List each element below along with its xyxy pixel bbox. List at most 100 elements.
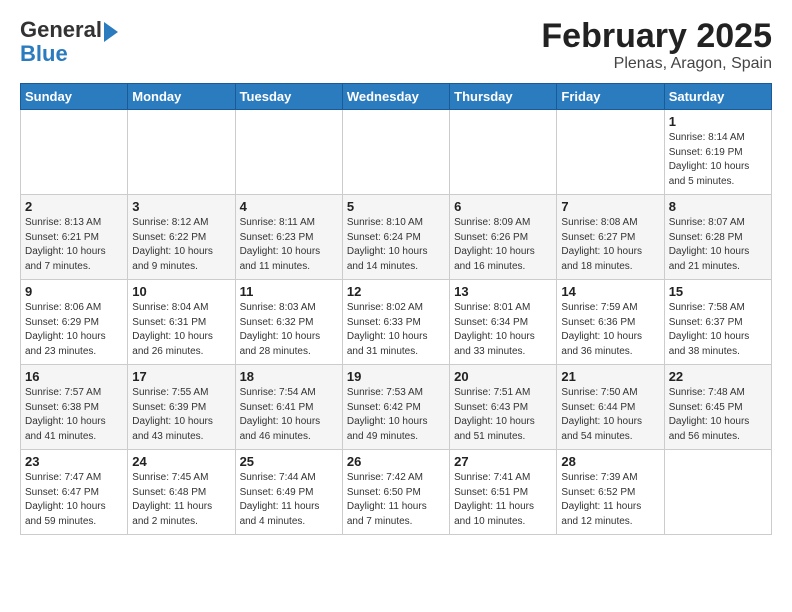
day-cell xyxy=(21,110,128,195)
day-number: 4 xyxy=(240,199,338,214)
day-number: 15 xyxy=(669,284,767,299)
day-cell: 24Sunrise: 7:45 AM Sunset: 6:48 PM Dayli… xyxy=(128,450,235,535)
day-info: Sunrise: 8:08 AM Sunset: 6:27 PM Dayligh… xyxy=(561,216,659,274)
day-number: 12 xyxy=(347,284,445,299)
day-info: Sunrise: 7:53 AM Sunset: 6:42 PM Dayligh… xyxy=(347,386,445,444)
day-cell: 3 Sunrise: 8:12 AM Sunset: 6:22 PM Daylig… xyxy=(128,195,235,280)
week-row-4: 16Sunrise: 7:57 AM Sunset: 6:38 PM Dayli… xyxy=(21,365,772,450)
logo-arrow-icon xyxy=(104,22,118,42)
day-number: 13 xyxy=(454,284,552,299)
header-monday: Monday xyxy=(128,84,235,110)
day-cell: 18Sunrise: 7:54 AM Sunset: 6:41 PM Dayli… xyxy=(235,365,342,450)
day-info: Sunrise: 8:10 AM Sunset: 6:24 PM Dayligh… xyxy=(347,216,445,274)
day-number: 1 xyxy=(669,114,767,129)
day-number: 3 xyxy=(132,199,230,214)
day-cell: 17 Sunrise: 7:55 AM Sunset: 6:39 PM Dayli… xyxy=(128,365,235,450)
day-info: Sunrise: 8:14 AM Sunset: 6:19 PM Dayligh… xyxy=(669,131,767,189)
header-saturday: Saturday xyxy=(664,84,771,110)
day-cell: 22 Sunrise: 7:48 AM Sunset: 6:45 PM Dayli… xyxy=(664,365,771,450)
day-cell: 14Sunrise: 7:59 AM Sunset: 6:36 PM Dayli… xyxy=(557,280,664,365)
day-cell: 16Sunrise: 7:57 AM Sunset: 6:38 PM Dayli… xyxy=(21,365,128,450)
day-info: Sunrise: 8:06 AM Sunset: 6:29 PM Dayligh… xyxy=(25,301,123,359)
day-number: 26 xyxy=(347,454,445,469)
day-cell: 28 Sunrise: 7:39 AM Sunset: 6:52 PM Dayli… xyxy=(557,450,664,535)
day-cell: 7 Sunrise: 8:08 AM Sunset: 6:27 PM Daylig… xyxy=(557,195,664,280)
day-info: Sunrise: 7:41 AM Sunset: 6:51 PM Dayligh… xyxy=(454,471,552,529)
day-number: 8 xyxy=(669,199,767,214)
day-number: 19 xyxy=(347,369,445,384)
day-cell: 26 Sunrise: 7:42 AM Sunset: 6:50 PM Dayli… xyxy=(342,450,449,535)
day-info: Sunrise: 7:47 AM Sunset: 6:47 PM Dayligh… xyxy=(25,471,123,529)
day-number: 28 xyxy=(561,454,659,469)
day-info: Sunrise: 7:57 AM Sunset: 6:38 PM Dayligh… xyxy=(25,386,123,444)
day-cell xyxy=(235,110,342,195)
day-cell: 2 Sunrise: 8:13 AM Sunset: 6:21 PM Daylig… xyxy=(21,195,128,280)
day-info: Sunrise: 8:03 AM Sunset: 6:32 PM Dayligh… xyxy=(240,301,338,359)
day-cell xyxy=(342,110,449,195)
day-number: 2 xyxy=(25,199,123,214)
day-cell xyxy=(450,110,557,195)
day-info: Sunrise: 7:51 AM Sunset: 6:43 PM Dayligh… xyxy=(454,386,552,444)
day-info: Sunrise: 8:01 AM Sunset: 6:34 PM Dayligh… xyxy=(454,301,552,359)
day-cell: 11Sunrise: 8:03 AM Sunset: 6:32 PM Dayli… xyxy=(235,280,342,365)
day-number: 9 xyxy=(25,284,123,299)
day-info: Sunrise: 8:12 AM Sunset: 6:22 PM Dayligh… xyxy=(132,216,230,274)
day-cell: 6 Sunrise: 8:09 AM Sunset: 6:26 PM Daylig… xyxy=(450,195,557,280)
day-number: 21 xyxy=(561,369,659,384)
day-number: 6 xyxy=(454,199,552,214)
day-number: 27 xyxy=(454,454,552,469)
day-info: Sunrise: 7:58 AM Sunset: 6:37 PM Dayligh… xyxy=(669,301,767,359)
week-row-5: 23 Sunrise: 7:47 AM Sunset: 6:47 PM Dayli… xyxy=(21,450,772,535)
day-number: 22 xyxy=(669,369,767,384)
day-cell: 1 Sunrise: 8:14 AM Sunset: 6:19 PM Daylig… xyxy=(664,110,771,195)
page: General Blue February 2025 Plenas, Arago… xyxy=(0,0,792,545)
day-info: Sunrise: 7:50 AM Sunset: 6:44 PM Dayligh… xyxy=(561,386,659,444)
header-thursday: Thursday xyxy=(450,84,557,110)
header-sunday: Sunday xyxy=(21,84,128,110)
header-wednesday: Wednesday xyxy=(342,84,449,110)
header: General Blue February 2025 Plenas, Arago… xyxy=(20,18,772,73)
day-info: Sunrise: 7:39 AM Sunset: 6:52 PM Dayligh… xyxy=(561,471,659,529)
day-cell: 27 Sunrise: 7:41 AM Sunset: 6:51 PM Dayli… xyxy=(450,450,557,535)
day-info: Sunrise: 7:55 AM Sunset: 6:39 PM Dayligh… xyxy=(132,386,230,444)
day-cell: 4 Sunrise: 8:11 AM Sunset: 6:23 PM Daylig… xyxy=(235,195,342,280)
day-number: 18 xyxy=(240,369,338,384)
day-cell: 9 Sunrise: 8:06 AM Sunset: 6:29 PM Daylig… xyxy=(21,280,128,365)
day-info: Sunrise: 7:42 AM Sunset: 6:50 PM Dayligh… xyxy=(347,471,445,529)
logo: General Blue xyxy=(20,18,118,66)
week-row-3: 9 Sunrise: 8:06 AM Sunset: 6:29 PM Daylig… xyxy=(21,280,772,365)
week-row-1: 1 Sunrise: 8:14 AM Sunset: 6:19 PM Daylig… xyxy=(21,110,772,195)
day-info: Sunrise: 7:48 AM Sunset: 6:45 PM Dayligh… xyxy=(669,386,767,444)
day-info: Sunrise: 8:02 AM Sunset: 6:33 PM Dayligh… xyxy=(347,301,445,359)
day-cell: 21 Sunrise: 7:50 AM Sunset: 6:44 PM Dayli… xyxy=(557,365,664,450)
day-cell: 23 Sunrise: 7:47 AM Sunset: 6:47 PM Dayli… xyxy=(21,450,128,535)
day-cell xyxy=(664,450,771,535)
day-number: 14 xyxy=(561,284,659,299)
day-info: Sunrise: 8:13 AM Sunset: 6:21 PM Dayligh… xyxy=(25,216,123,274)
calendar-title: February 2025 xyxy=(541,18,772,55)
day-cell: 19 Sunrise: 7:53 AM Sunset: 6:42 PM Dayli… xyxy=(342,365,449,450)
calendar-header-row: SundayMondayTuesdayWednesdayThursdayFrid… xyxy=(21,84,772,110)
day-cell: 5 Sunrise: 8:10 AM Sunset: 6:24 PM Daylig… xyxy=(342,195,449,280)
day-info: Sunrise: 8:04 AM Sunset: 6:31 PM Dayligh… xyxy=(132,301,230,359)
day-info: Sunrise: 8:09 AM Sunset: 6:26 PM Dayligh… xyxy=(454,216,552,274)
logo-general: General xyxy=(20,18,102,42)
logo-blue: Blue xyxy=(20,41,68,66)
day-cell xyxy=(128,110,235,195)
title-block: February 2025 Plenas, Aragon, Spain xyxy=(541,18,772,73)
day-info: Sunrise: 7:44 AM Sunset: 6:49 PM Dayligh… xyxy=(240,471,338,529)
day-number: 17 xyxy=(132,369,230,384)
day-cell: 25Sunrise: 7:44 AM Sunset: 6:49 PM Dayli… xyxy=(235,450,342,535)
calendar-table: SundayMondayTuesdayWednesdayThursdayFrid… xyxy=(20,83,772,535)
day-number: 23 xyxy=(25,454,123,469)
day-cell: 10 Sunrise: 8:04 AM Sunset: 6:31 PM Dayli… xyxy=(128,280,235,365)
day-number: 7 xyxy=(561,199,659,214)
day-info: Sunrise: 8:11 AM Sunset: 6:23 PM Dayligh… xyxy=(240,216,338,274)
day-cell: 13 Sunrise: 8:01 AM Sunset: 6:34 PM Dayli… xyxy=(450,280,557,365)
day-info: Sunrise: 8:07 AM Sunset: 6:28 PM Dayligh… xyxy=(669,216,767,274)
day-number: 24 xyxy=(132,454,230,469)
day-number: 10 xyxy=(132,284,230,299)
calendar-subtitle: Plenas, Aragon, Spain xyxy=(541,55,772,73)
week-row-2: 2 Sunrise: 8:13 AM Sunset: 6:21 PM Daylig… xyxy=(21,195,772,280)
day-number: 5 xyxy=(347,199,445,214)
